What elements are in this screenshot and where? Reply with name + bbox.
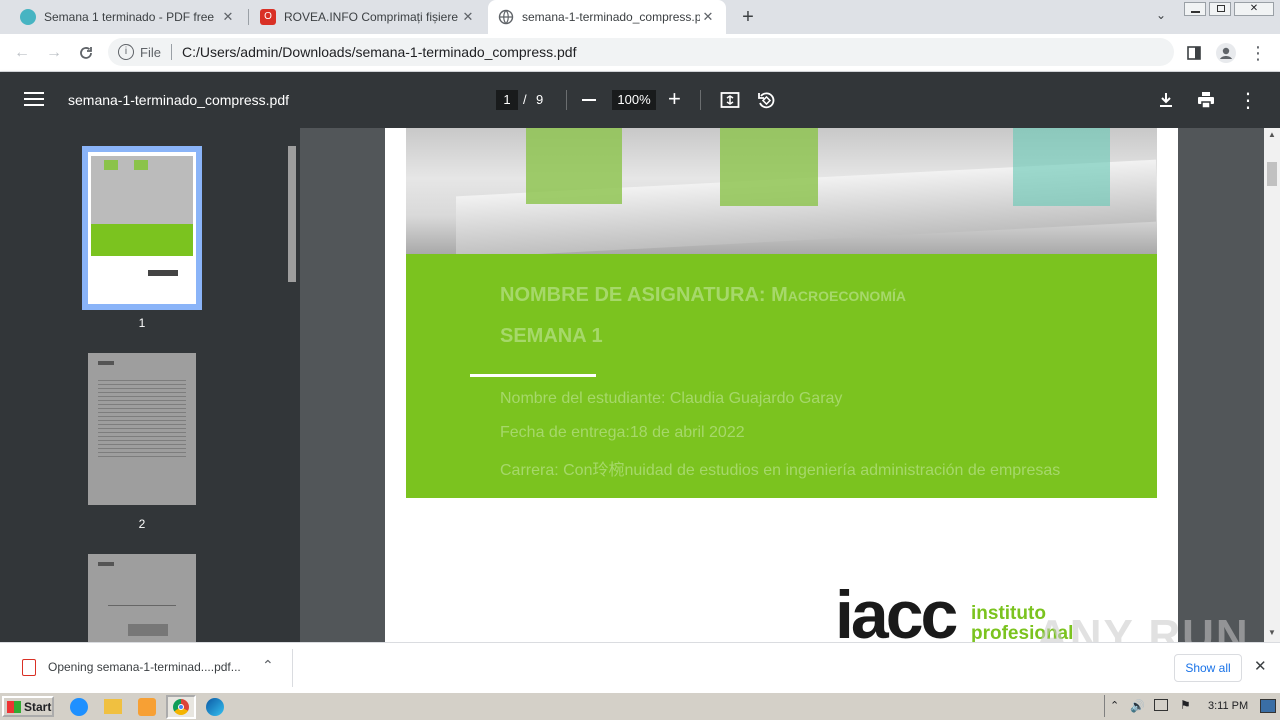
tray-divider bbox=[1104, 695, 1105, 717]
forward-button[interactable]: → bbox=[42, 41, 66, 65]
thumbnail-sidebar: 1 2 bbox=[0, 128, 300, 642]
zoom-input[interactable]: 100% bbox=[612, 90, 656, 110]
globe-icon bbox=[498, 9, 514, 25]
thumbnail-label-1: 1 bbox=[138, 316, 146, 330]
globe-teal-icon bbox=[20, 9, 36, 25]
tab-divider bbox=[248, 9, 249, 25]
tab-title: Semana 1 terminado - PDF free bbox=[44, 10, 215, 24]
print-icon[interactable] bbox=[1196, 90, 1216, 110]
close-icon[interactable]: ✕ bbox=[700, 9, 716, 25]
back-button[interactable]: ← bbox=[10, 41, 34, 65]
total-pages: 9 bbox=[536, 92, 544, 107]
page-scrollbar[interactable]: ▲ ▼ bbox=[1264, 128, 1280, 642]
page-number-input[interactable]: 1 bbox=[496, 90, 518, 110]
volume-icon[interactable]: 🔊 bbox=[1130, 699, 1145, 713]
pdf-file-icon bbox=[22, 659, 36, 676]
windows-logo-icon bbox=[7, 700, 21, 713]
close-download-bar-icon[interactable]: ✕ bbox=[1254, 657, 1267, 675]
download-bar: Opening semana-1-terminad....pdf... ⌃ Sh… bbox=[0, 642, 1280, 692]
profile-avatar[interactable] bbox=[1214, 41, 1238, 65]
thumbnail-label-2: 2 bbox=[138, 517, 146, 531]
course-title: NOMBRE DE ASIGNATURA: Macroeconomía bbox=[500, 284, 906, 306]
student-name: Nombre del estudiante: Claudia Guajardo … bbox=[500, 390, 843, 407]
tab-rovea[interactable]: O ROVEA.INFO Comprimați fișiere PDF ✕ bbox=[250, 0, 486, 34]
hamburger-menu-icon[interactable] bbox=[24, 92, 44, 108]
iacc-logo-text: iacc bbox=[835, 577, 958, 642]
show-desktop-icon[interactable] bbox=[1260, 699, 1276, 713]
url-text[interactable]: C:/Users/admin/Downloads/semana-1-termin… bbox=[182, 44, 577, 60]
red-o-icon: O bbox=[260, 9, 276, 25]
fit-page-icon[interactable] bbox=[720, 90, 740, 110]
logo-subtitle-1: instituto bbox=[971, 603, 1046, 624]
tab-semana-pdf-free[interactable]: Semana 1 terminado - PDF free ✕ bbox=[10, 0, 246, 34]
toolbar-divider bbox=[700, 90, 701, 110]
pdf-page-area: NOMBRE DE ASIGNATURA: Macroeconomía SEMA… bbox=[300, 128, 1264, 642]
reload-button[interactable] bbox=[74, 41, 98, 65]
tray-expand-icon[interactable]: ⌃ bbox=[1110, 699, 1119, 712]
toolbar-divider bbox=[566, 90, 567, 110]
close-window-button[interactable]: ✕ bbox=[1234, 2, 1274, 16]
omnibox-divider bbox=[170, 44, 172, 60]
title-block: NOMBRE DE ASIGNATURA: Macroeconomía SEMA… bbox=[406, 254, 1157, 498]
start-button[interactable]: Start bbox=[2, 696, 54, 717]
thumbnail-page-3[interactable] bbox=[88, 554, 196, 642]
header-photo bbox=[406, 128, 1157, 259]
close-icon[interactable]: ✕ bbox=[460, 9, 476, 25]
title-divider bbox=[470, 374, 596, 377]
sidebar-scrollbar[interactable] bbox=[286, 130, 298, 640]
page-separator: / bbox=[523, 92, 527, 107]
scheme-label: File bbox=[140, 44, 161, 60]
tab-title: ROVEA.INFO Comprimați fișiere PDF bbox=[284, 10, 460, 24]
omnibox[interactable]: i File C:/Users/admin/Downloads/semana-1… bbox=[108, 38, 1174, 66]
chrome-taskbar-button[interactable] bbox=[166, 695, 196, 719]
career-text: Carrera: Con玲椀nuidad de estudios en inge… bbox=[500, 462, 1061, 479]
show-all-button[interactable]: Show all bbox=[1174, 654, 1242, 682]
side-panel-icon[interactable] bbox=[1182, 41, 1206, 65]
thumbnail-page-2[interactable] bbox=[88, 353, 196, 505]
zoom-in-icon[interactable]: + bbox=[668, 88, 681, 110]
pdf-toolbar: semana-1-terminado_compress.pdf 1 / 9 10… bbox=[0, 72, 1280, 128]
ie-icon[interactable] bbox=[70, 698, 88, 716]
tab-title: semana-1-terminado_compress.pdf bbox=[522, 10, 700, 24]
folder-icon[interactable] bbox=[104, 699, 122, 714]
pdf-page-1: NOMBRE DE ASIGNATURA: Macroeconomía SEMA… bbox=[385, 128, 1178, 642]
pdf-file-name: semana-1-terminado_compress.pdf bbox=[68, 92, 289, 108]
new-tab-button[interactable]: + bbox=[736, 5, 760, 29]
download-divider bbox=[292, 649, 293, 687]
tab-strip: Semana 1 terminado - PDF free ✕ O ROVEA.… bbox=[0, 0, 1280, 34]
close-icon[interactable]: ✕ bbox=[220, 9, 236, 25]
minimize-button[interactable] bbox=[1184, 2, 1206, 16]
rotate-icon[interactable] bbox=[756, 90, 776, 110]
flag-icon[interactable]: ⚑ bbox=[1180, 698, 1191, 712]
network-icon[interactable] bbox=[1154, 699, 1168, 711]
more-actions-icon[interactable]: ⋮ bbox=[1238, 88, 1258, 113]
taskbar: Start ⌃ 🔊 ⚑ 3:11 PM bbox=[0, 692, 1280, 720]
download-icon[interactable] bbox=[1156, 90, 1176, 110]
chevron-up-icon[interactable]: ⌃ bbox=[262, 657, 274, 674]
reload-icon bbox=[80, 47, 92, 59]
edge-icon[interactable] bbox=[206, 698, 224, 716]
menu-kebab-icon[interactable]: ⋮ bbox=[1246, 41, 1270, 65]
info-icon[interactable]: i bbox=[118, 44, 134, 60]
download-item-label[interactable]: Opening semana-1-terminad....pdf... bbox=[48, 660, 241, 674]
tab-search-icon[interactable]: ⌄ bbox=[1152, 8, 1170, 26]
start-label: Start bbox=[24, 699, 52, 714]
clock: 3:11 PM bbox=[1208, 700, 1249, 712]
thumbnail-preview bbox=[88, 152, 196, 304]
tab-semana-compress[interactable]: semana-1-terminado_compress.pdf ✕ bbox=[488, 0, 726, 34]
thumbnail-page-1[interactable] bbox=[82, 146, 202, 310]
delivery-date: Fecha de entrega:18 de abril 2022 bbox=[500, 424, 745, 441]
media-player-icon[interactable] bbox=[138, 698, 156, 716]
zoom-out-icon[interactable] bbox=[582, 99, 596, 101]
restore-button[interactable] bbox=[1209, 2, 1231, 16]
week-title: SEMANA 1 bbox=[500, 325, 603, 347]
